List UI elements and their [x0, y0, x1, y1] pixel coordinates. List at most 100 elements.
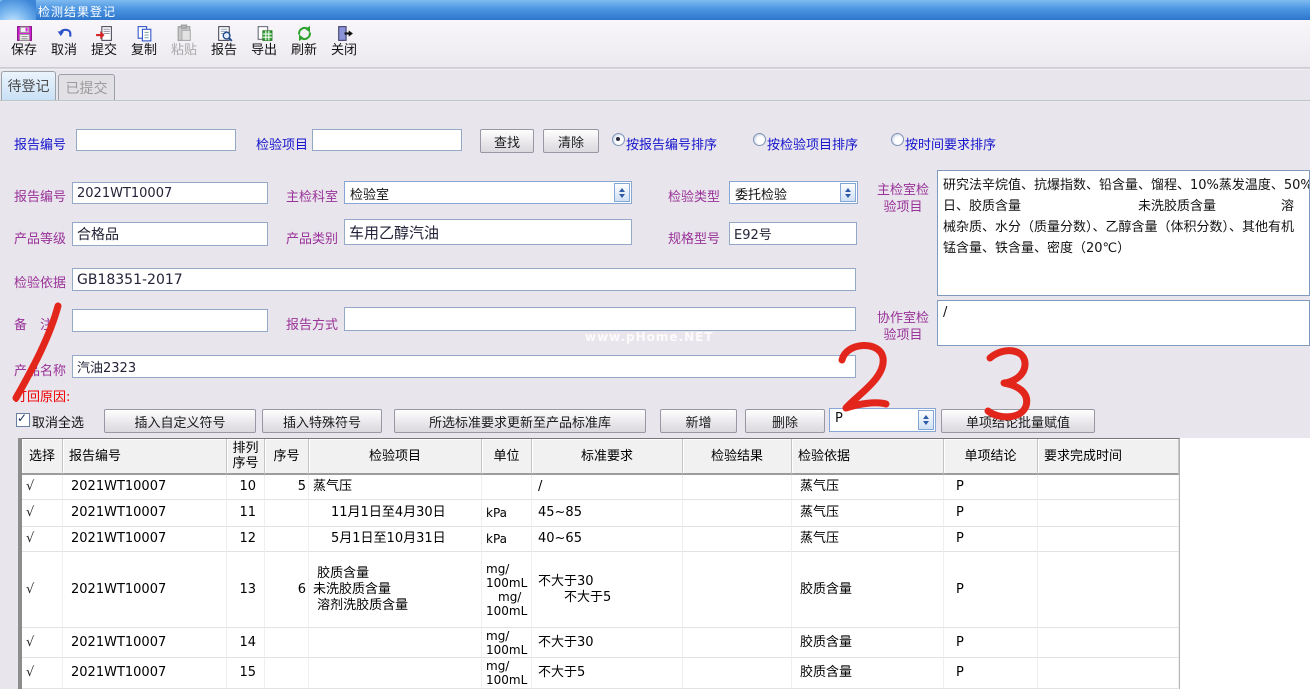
update-standard-lib-button[interactable]: 所选标准要求更新至产品标准库	[394, 409, 646, 433]
col-header-item[interactable]: 检验项目	[309, 439, 482, 475]
report-method-input[interactable]	[344, 307, 856, 331]
cell-report-no[interactable]: 2021WT10007	[63, 552, 227, 628]
sort-by-item-label[interactable]: 按检验项目排序	[767, 134, 858, 153]
cancel-select-all-label[interactable]: 取消全选	[32, 412, 84, 431]
col-header-arrange-no[interactable]: 排列序号	[227, 439, 265, 475]
cell-report-no[interactable]: 2021WT10007	[63, 628, 227, 658]
insert-special-symbol-button[interactable]: 插入特殊符号	[262, 409, 382, 433]
report-button[interactable]: 报告	[204, 21, 244, 66]
cell-item[interactable]: 蒸气压	[309, 475, 482, 500]
coop-items-textarea[interactable]: /	[937, 300, 1310, 346]
cell-std[interactable]: /	[532, 475, 683, 500]
cell-std[interactable]: 45~85	[532, 500, 683, 527]
cell-arrange-no[interactable]: 13	[227, 552, 265, 628]
cell-unit[interactable]: mg/ 100mL mg/ 100mL	[482, 552, 532, 628]
clear-button[interactable]: 清除	[543, 129, 599, 153]
export-button[interactable]: 导出	[244, 21, 284, 66]
cell-arrange-no[interactable]: 15	[227, 658, 265, 689]
cell-item[interactable]: 5月1日至10月31日	[309, 527, 482, 552]
cell-time[interactable]	[1038, 475, 1179, 500]
cell-conclusion[interactable]: P	[944, 475, 1038, 500]
cell-seq[interactable]	[265, 500, 309, 527]
cell-std[interactable]: 40~65	[532, 527, 683, 552]
cell-conclusion[interactable]: P	[944, 628, 1038, 658]
cell-time[interactable]	[1038, 628, 1179, 658]
refresh-button[interactable]: 刷新	[284, 21, 324, 66]
conclusion-combo[interactable]: P	[829, 408, 936, 432]
search-report-no-input[interactable]	[76, 129, 236, 151]
sort-by-report-radio[interactable]	[612, 133, 625, 146]
cell-unit[interactable]: mg/ 100mL	[482, 658, 532, 689]
cell-result[interactable]	[683, 527, 792, 552]
cell-item[interactable]	[309, 628, 482, 658]
sort-by-time-radio[interactable]	[891, 133, 904, 146]
cell-report-no[interactable]: 2021WT10007	[63, 475, 227, 500]
delete-button[interactable]: 删除	[745, 409, 825, 433]
cell-std[interactable]: 不大于30 不大于5	[532, 552, 683, 628]
cell-check[interactable]: √	[22, 552, 63, 628]
cell-std[interactable]: 不大于30	[532, 628, 683, 658]
cell-check[interactable]: √	[22, 628, 63, 658]
tab-submitted[interactable]: 已提交	[58, 74, 115, 100]
cell-result[interactable]	[683, 658, 792, 689]
cell-unit[interactable]: kPa	[482, 527, 532, 552]
cell-time[interactable]	[1038, 658, 1179, 689]
save-button[interactable]: 保存	[4, 21, 44, 66]
col-header-time[interactable]: 要求完成时间	[1038, 439, 1179, 475]
cell-conclusion[interactable]: P	[944, 527, 1038, 552]
inspect-type-combo[interactable]: 委托检验	[729, 181, 858, 204]
cell-check[interactable]: √	[22, 500, 63, 527]
cell-result[interactable]	[683, 475, 792, 500]
cell-report-no[interactable]: 2021WT10007	[63, 658, 227, 689]
cell-unit[interactable]: mg/ 100mL	[482, 628, 532, 658]
cell-basis[interactable]: 胶质含量	[792, 552, 944, 628]
cell-item[interactable]: 11月1日至4月30日	[309, 500, 482, 527]
cell-arrange-no[interactable]: 14	[227, 628, 265, 658]
close-button[interactable]: 关闭	[324, 21, 364, 66]
cancel-button[interactable]: 取消	[44, 21, 84, 66]
sort-by-time-label[interactable]: 按时间要求排序	[905, 134, 996, 153]
spinner-icon[interactable]	[918, 410, 934, 430]
col-header-result[interactable]: 检验结果	[683, 439, 792, 475]
cell-seq[interactable]	[265, 658, 309, 689]
cell-result[interactable]	[683, 628, 792, 658]
main-items-textarea[interactable]: 研究法辛烷值、抗爆指数、铅含量、馏程、10%蒸发温度、50%蒸 日、胶质含量 未…	[937, 170, 1310, 296]
col-header-std[interactable]: 标准要求	[532, 439, 683, 475]
batch-assign-button[interactable]: 单项结论批量赋值	[941, 409, 1095, 433]
remark-input[interactable]	[72, 309, 268, 332]
col-header-conclusion[interactable]: 单项结论	[944, 439, 1038, 475]
cell-seq[interactable]: 5	[265, 475, 309, 500]
copy-button[interactable]: 复制	[124, 21, 164, 66]
sort-by-item-radio[interactable]	[753, 133, 766, 146]
cell-time[interactable]	[1038, 552, 1179, 628]
cell-basis[interactable]: 蒸气压	[792, 475, 944, 500]
col-header-unit[interactable]: 单位	[482, 439, 532, 475]
cell-arrange-no[interactable]: 10	[227, 475, 265, 500]
cell-check[interactable]: √	[22, 475, 63, 500]
cell-basis[interactable]: 蒸气压	[792, 527, 944, 552]
cell-basis[interactable]: 胶质含量	[792, 658, 944, 689]
spinner-icon[interactable]	[840, 183, 856, 202]
cell-unit[interactable]: kPa	[482, 500, 532, 527]
submit-button[interactable]: 提交	[84, 21, 124, 66]
product-grade-input[interactable]	[72, 222, 268, 246]
cell-basis[interactable]: 蒸气压	[792, 500, 944, 527]
col-header-report-no[interactable]: 报告编号	[63, 439, 227, 475]
cell-arrange-no[interactable]: 12	[227, 527, 265, 552]
cell-time[interactable]	[1038, 500, 1179, 527]
inspect-basis-input[interactable]	[72, 268, 856, 291]
cell-item[interactable]	[309, 658, 482, 689]
col-header-basis[interactable]: 检验依据	[792, 439, 944, 475]
product-category-input[interactable]	[344, 219, 632, 245]
cell-seq[interactable]: 6	[265, 552, 309, 628]
add-button[interactable]: 新增	[660, 409, 737, 433]
cell-result[interactable]	[683, 500, 792, 527]
tab-pending[interactable]: 待登记	[1, 71, 56, 100]
cell-arrange-no[interactable]: 11	[227, 500, 265, 527]
cell-std[interactable]: 不大于5	[532, 658, 683, 689]
cell-time[interactable]	[1038, 527, 1179, 552]
col-header-seq[interactable]: 序号	[265, 439, 309, 475]
spinner-icon[interactable]	[614, 183, 630, 202]
cell-seq[interactable]	[265, 527, 309, 552]
product-name-input[interactable]	[72, 355, 856, 378]
